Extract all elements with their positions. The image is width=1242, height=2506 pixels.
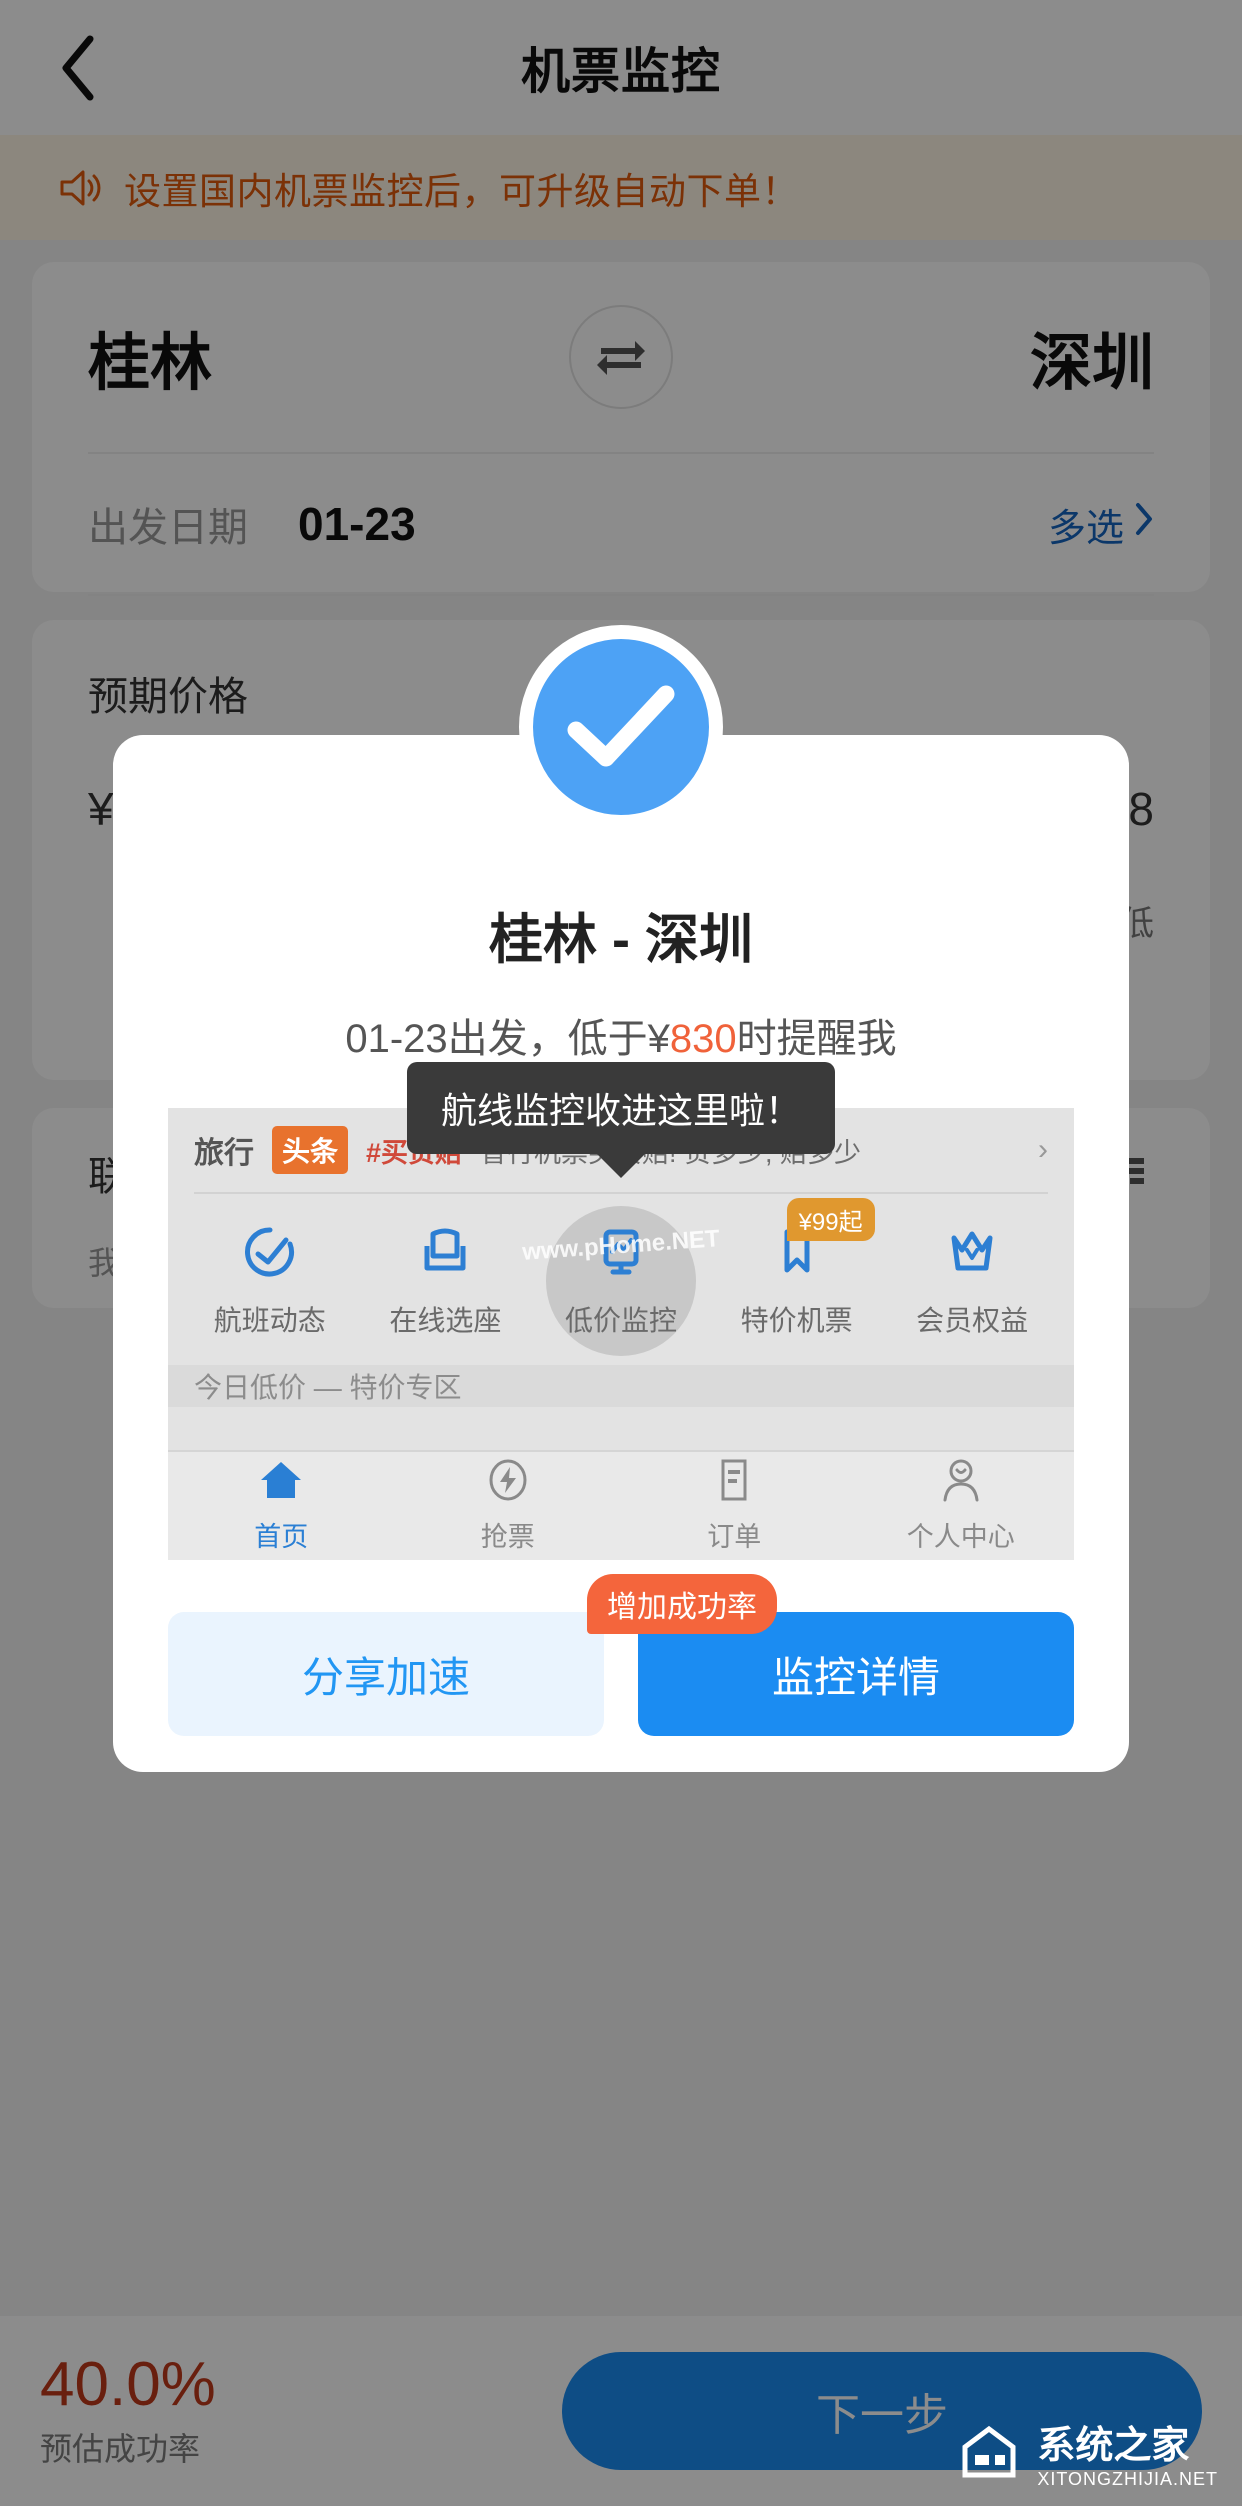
preview-tab-bar: 首页 抢票 订单 <box>168 1450 1074 1560</box>
grid-label: 航班动态 <box>214 1299 326 1339</box>
grid-label: 会员权益 <box>916 1299 1028 1339</box>
grid-label: 低价监控 <box>565 1299 677 1339</box>
chevron-right-icon: › <box>1038 1133 1048 1167</box>
detail-button-label: 监控详情 <box>772 1644 940 1705</box>
tab-profile[interactable]: 个人中心 <box>848 1458 1075 1554</box>
modal-subtitle: 01-23出发，低于¥830时提醒我 <box>113 1006 1129 1064</box>
seat-icon <box>417 1224 473 1285</box>
watermark-text: 系统之家 <box>1037 2414 1218 2469</box>
grid-item-seat-select[interactable]: 在线选座 <box>358 1224 534 1339</box>
house-logo-icon <box>959 2421 1025 2484</box>
headline-badge: 头条 <box>272 1126 348 1174</box>
user-icon <box>937 1458 985 1507</box>
monitor-tooltip[interactable]: 航线监控收进这里啦！ <box>407 1062 835 1154</box>
modal-action-row: 分享加速 增加成功率 监控详情 <box>168 1612 1074 1736</box>
grid-item-member-benefits[interactable]: 会员权益 <box>884 1224 1060 1339</box>
site-watermark: 系统之家 XITONGZHIJIA.NET <box>959 2414 1218 2490</box>
tab-order[interactable]: 订单 <box>621 1458 848 1554</box>
modal-sub-price: 830 <box>670 1017 737 1061</box>
modal-sub-suffix: 时提醒我 <box>737 1017 897 1061</box>
flight-status-icon <box>242 1224 298 1285</box>
tab-home[interactable]: 首页 <box>168 1458 395 1554</box>
preview-promo-strip: 今日低价 — 特价专区 <box>168 1365 1074 1407</box>
grab-ticket-icon <box>484 1458 532 1507</box>
grid-label: 特价机票 <box>741 1299 853 1339</box>
special-fare-badge: ¥99起 <box>787 1198 875 1241</box>
monitor-success-modal: 桂林 - 深圳 01-23出发，低于¥830时提醒我 旅行 头条 #买贵赔 智行… <box>113 735 1129 1772</box>
home-icon <box>257 1458 305 1507</box>
order-icon <box>710 1458 758 1507</box>
tab-label: 首页 <box>254 1515 308 1554</box>
share-badge: 增加成功率 <box>587 1574 777 1634</box>
tab-label: 个人中心 <box>907 1515 1015 1554</box>
watermark-subtext: XITONGZHIJIA.NET <box>1037 2469 1218 2490</box>
tab-label: 订单 <box>707 1515 761 1554</box>
tab-label: 抢票 <box>481 1515 535 1554</box>
grid-item-special-fare[interactable]: ¥99起 特价机票 <box>709 1224 885 1339</box>
crown-icon <box>944 1224 1000 1285</box>
grid-item-flight-status[interactable]: 航班动态 <box>182 1224 358 1339</box>
tab-grab-ticket[interactable]: 抢票 <box>395 1458 622 1554</box>
grid-label: 在线选座 <box>389 1299 501 1339</box>
share-accelerate-button[interactable]: 分享加速 <box>168 1612 604 1736</box>
check-circle-icon <box>519 625 723 829</box>
preview-icon-grid: 航班动态 在线选座 <box>168 1194 1074 1361</box>
share-button-label: 分享加速 <box>302 1644 470 1705</box>
modal-sub-prefix: 01-23出发，低于¥ <box>345 1017 670 1061</box>
travel-headline-logo: 旅行 <box>194 1128 254 1172</box>
